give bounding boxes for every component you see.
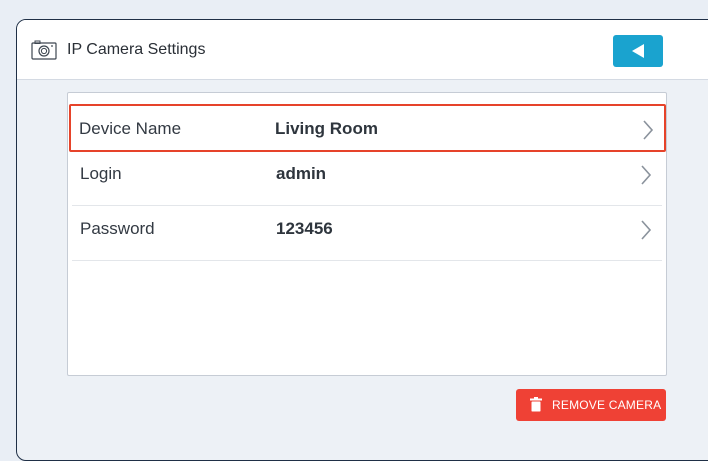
- page-title: IP Camera Settings: [67, 41, 206, 58]
- chevron-right-icon: [641, 165, 652, 185]
- row-value: 123456: [276, 219, 333, 238]
- settings-panel: IP Camera Settings Device Name Living Ro…: [16, 19, 708, 461]
- back-arrow-icon: [632, 44, 644, 58]
- back-button[interactable]: [613, 35, 663, 67]
- device-name-row[interactable]: Device Name Living Room: [69, 104, 666, 152]
- row-label: Device Name: [79, 119, 182, 138]
- password-row[interactable]: Password 123456: [72, 206, 662, 261]
- row-label: Password: [80, 219, 155, 238]
- settings-list: Device Name Living Room Login admin Pass…: [67, 92, 667, 376]
- header-bar: IP Camera Settings: [17, 20, 708, 80]
- remove-camera-label: REMOVE CAMERA: [552, 398, 662, 412]
- chevron-right-icon: [641, 220, 652, 240]
- camera-icon: [31, 40, 57, 60]
- chevron-right-icon: [643, 120, 654, 140]
- remove-camera-button[interactable]: REMOVE CAMERA: [516, 389, 666, 421]
- row-value: admin: [276, 164, 327, 183]
- row-value: Living Room: [275, 119, 378, 138]
- row-label: Login: [80, 164, 122, 183]
- login-row[interactable]: Login admin: [72, 151, 662, 206]
- trash-icon: [530, 397, 542, 412]
